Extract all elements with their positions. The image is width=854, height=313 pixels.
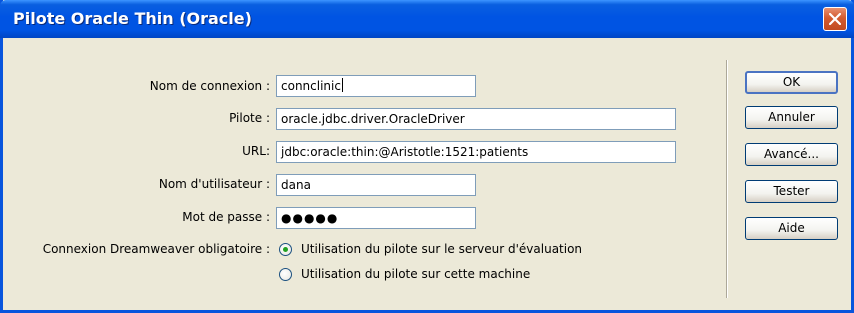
password-field[interactable]: ●●●●●	[276, 207, 476, 229]
radio-this-machine-label[interactable]: Utilisation du pilote sur cette machine	[301, 267, 530, 281]
driver-label: Pilote :	[229, 111, 270, 125]
radio-selected-icon	[283, 247, 288, 252]
advanced-button[interactable]: Avancé...	[745, 143, 838, 166]
radio-this-machine[interactable]	[279, 268, 292, 281]
password-label: Mot de passe :	[182, 210, 270, 224]
driver-field[interactable]: oracle.jdbc.driver.OracleDriver	[276, 108, 676, 130]
password-value: ●●●●●	[281, 211, 339, 225]
username-field[interactable]: dana	[276, 174, 476, 196]
username-label: Nom d'utilisateur :	[158, 177, 270, 191]
url-label: URL:	[242, 144, 270, 158]
radio-testing-server-label[interactable]: Utilisation du pilote sur le serveur d'é…	[301, 242, 582, 256]
window-title: Pilote Oracle Thin (Oracle)	[13, 9, 252, 28]
close-button[interactable]	[823, 7, 847, 31]
driver-value: oracle.jdbc.driver.OracleDriver	[281, 112, 465, 126]
text-caret	[341, 78, 343, 92]
vertical-separator	[726, 60, 728, 298]
username-value: dana	[281, 178, 311, 192]
test-button[interactable]: Tester	[745, 180, 838, 203]
connection-name-field[interactable]: connclinic	[276, 75, 476, 97]
connection-name-label: Nom de connexion :	[149, 79, 270, 93]
url-field[interactable]: jdbc:oracle:thin:@Aristotle:1521:patient…	[276, 141, 676, 163]
dw-connection-label: Connexion Dreamweaver obligatoire :	[42, 242, 270, 256]
radio-testing-server[interactable]	[279, 243, 292, 256]
ok-button[interactable]: OK	[745, 71, 838, 94]
cancel-button[interactable]: Annuler	[745, 106, 838, 129]
close-icon	[829, 13, 841, 25]
title-bar[interactable]: Pilote Oracle Thin (Oracle)	[0, 0, 854, 38]
url-value: jdbc:oracle:thin:@Aristotle:1521:patient…	[281, 145, 529, 159]
connection-name-value: connclinic	[281, 79, 341, 93]
help-button[interactable]: Aide	[745, 217, 838, 240]
